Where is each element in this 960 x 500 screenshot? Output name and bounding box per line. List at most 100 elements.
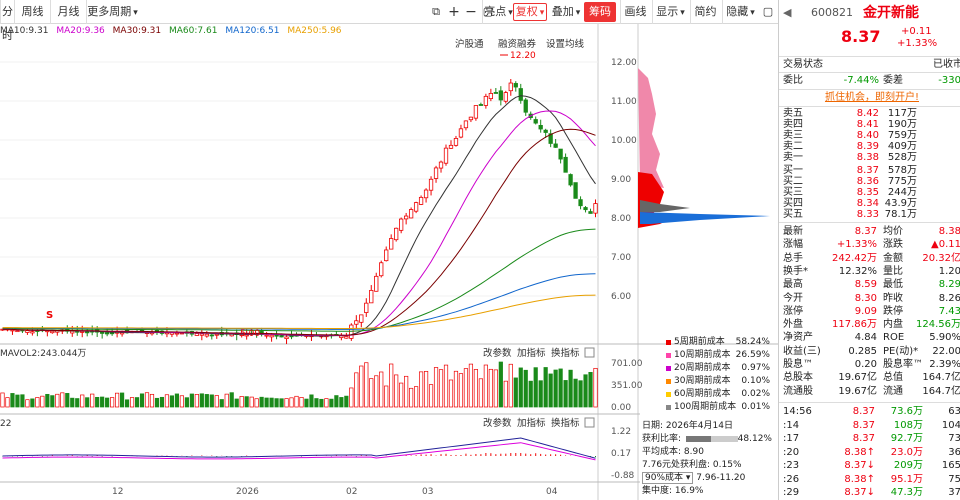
candle-body xyxy=(593,203,598,214)
macd-tick-2: 0.17 xyxy=(611,449,631,459)
vol-close-icon[interactable] xyxy=(584,347,595,358)
volume-bar xyxy=(478,378,483,408)
volume-bar xyxy=(179,395,184,408)
display-button[interactable]: 显示 xyxy=(652,0,688,24)
quote-price-row: 8.37 +0.11 +1.33% xyxy=(783,26,960,52)
candle-body xyxy=(428,178,434,191)
candle-body xyxy=(408,209,414,219)
open-account-banner[interactable]: 抓住机会，即刻开户! xyxy=(783,91,960,105)
volume-bar xyxy=(289,397,294,408)
chip-profit-area xyxy=(638,68,664,188)
volume-bar xyxy=(418,371,424,408)
candle-body xyxy=(453,137,459,146)
volume-bar xyxy=(538,380,543,408)
bid-level-4[interactable]: 买四 8.34 43.9万 xyxy=(783,198,960,209)
candle-body xyxy=(394,227,399,241)
window-icon[interactable]: ⧉ xyxy=(428,0,444,24)
candle-body xyxy=(369,289,374,304)
range-select[interactable]: 90%成本 ▾ xyxy=(642,472,694,484)
macd-switch-indicator[interactable]: 换指标 xyxy=(551,417,580,429)
candle-body xyxy=(204,333,209,337)
volume-bar xyxy=(513,377,518,408)
period-tab-week[interactable]: 周线 xyxy=(14,0,50,24)
overlay-button[interactable]: 叠加 xyxy=(550,0,582,24)
avg-cost: 平均成本: 8.90 xyxy=(642,447,704,457)
candle-body xyxy=(413,202,419,212)
volume-bar xyxy=(105,397,110,408)
macd-add-indicator[interactable]: 加指标 xyxy=(517,417,546,429)
back-icon[interactable]: ◀ xyxy=(783,6,791,19)
volume-bar xyxy=(448,379,454,408)
level-label: 卖四 xyxy=(783,119,803,130)
last-price: 8.37 xyxy=(841,27,881,46)
period-tab-intraday[interactable]: 分时 xyxy=(0,0,14,42)
simple-button[interactable]: 简约 xyxy=(690,0,720,24)
vol-edit-params[interactable]: 改参数 xyxy=(483,347,512,359)
volume-bar xyxy=(503,380,508,408)
candle-body xyxy=(403,215,409,220)
candle-body xyxy=(418,196,424,205)
volume-bar xyxy=(249,396,254,408)
candle-body xyxy=(583,207,588,211)
chips-button[interactable]: 筹码 xyxy=(584,2,616,22)
volume-bar xyxy=(468,363,474,408)
high-marker: 12.20 xyxy=(510,51,536,61)
bid-level-5[interactable]: 买五 8.33 78.1万 xyxy=(783,209,960,220)
ask-level-4[interactable]: 卖二 8.39 409万 xyxy=(783,141,960,152)
quote-title: ◀ 600821 金开新能 xyxy=(783,6,960,20)
highlights-button[interactable]: 亮点 xyxy=(482,0,514,24)
close-icon[interactable]: ▢ xyxy=(760,0,776,24)
hide-button[interactable]: 隐藏 xyxy=(722,0,758,24)
ma-line xyxy=(2,95,596,337)
draw-button[interactable]: 画线 xyxy=(620,0,650,24)
stat-row: 最新 8.37 均价 8.38 xyxy=(783,226,960,237)
candlesticks xyxy=(0,78,598,345)
ask-level-5[interactable]: 卖一 8.38 528万 xyxy=(783,152,960,163)
candle-body xyxy=(588,211,593,214)
ask-level-1[interactable]: 卖五 8.42 117万 xyxy=(783,108,960,119)
zoom-out-icon[interactable]: − xyxy=(463,0,479,24)
bid-level-2[interactable]: 买二 8.36 775万 xyxy=(783,176,960,187)
volume-bar xyxy=(488,368,493,408)
volume-bar xyxy=(75,398,80,408)
volume-bar xyxy=(369,378,374,408)
candle-body xyxy=(354,320,359,325)
stat-row: 外盘 117.86万 内盘 124.56万 xyxy=(783,319,960,331)
volume-bar xyxy=(309,394,314,408)
volume-bar xyxy=(458,373,464,408)
volume-bar xyxy=(339,397,344,408)
period-tab-month[interactable]: 月线 xyxy=(50,0,86,24)
vol-switch-indicator[interactable]: 换指标 xyxy=(551,347,580,359)
adjust-button[interactable]: 复权 xyxy=(513,3,547,21)
stat-row: 最高 8.59 最低 8.29 xyxy=(783,279,960,291)
bid-level-1[interactable]: 买一 8.37 578万 xyxy=(783,165,960,176)
level-volume: 117万 xyxy=(887,108,917,119)
candle-body xyxy=(443,147,449,164)
swatch-icon xyxy=(666,366,671,371)
macd-close-icon[interactable] xyxy=(584,417,595,428)
cost-row: 60周期前成本 0.02% xyxy=(640,388,776,401)
candle-body xyxy=(543,129,548,133)
level-price: 8.40 xyxy=(856,130,879,141)
order-ratio: 委比 -7.44% 委差 -330 xyxy=(783,75,960,86)
macd-edit-params[interactable]: 改参数 xyxy=(483,417,512,429)
candle-body xyxy=(359,314,364,323)
price-grid xyxy=(0,61,598,297)
volume-bar xyxy=(409,387,414,408)
swatch-icon xyxy=(666,379,671,384)
volume-bar xyxy=(214,395,219,408)
zoom-in-icon[interactable]: + xyxy=(446,0,462,24)
volume-bar xyxy=(443,364,449,408)
vol-add-indicator[interactable]: 加指标 xyxy=(517,347,546,359)
volume-bar xyxy=(558,368,563,408)
bid-level-3[interactable]: 买三 8.35 244万 xyxy=(783,187,960,198)
more-periods-dropdown[interactable]: 更多周期 xyxy=(86,0,138,24)
candle-body xyxy=(463,120,469,129)
level-price: 8.41 xyxy=(856,119,879,130)
ask-level-3[interactable]: 卖三 8.40 759万 xyxy=(783,130,960,141)
cost-row: 10周期前成本 26.59% xyxy=(640,349,776,362)
trade-status: 交易状态 已收市 xyxy=(783,59,960,70)
vol-tick-0: 0.00 xyxy=(611,403,631,413)
ask-level-2[interactable]: 卖四 8.41 190万 xyxy=(783,119,960,130)
volume-bar xyxy=(269,397,274,408)
